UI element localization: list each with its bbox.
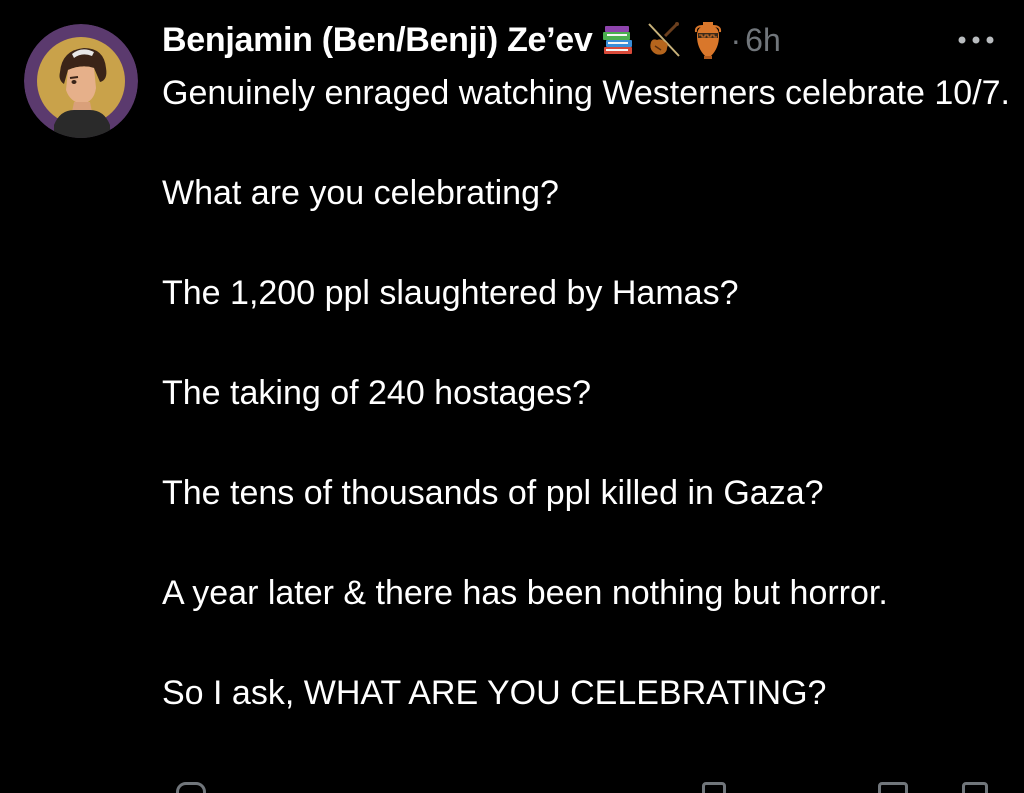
post-paragraph: Genuinely enraged watching Westerners ce… — [162, 74, 1010, 112]
views-icon[interactable] — [702, 782, 726, 793]
more-horizontal-icon — [958, 36, 994, 44]
author-display-name[interactable]: Benjamin (Ben/Benji) Ze’ev — [162, 21, 593, 60]
books-emoji-icon — [601, 23, 635, 57]
reply-icon[interactable] — [176, 782, 206, 793]
avatar-image — [24, 24, 138, 138]
post-card: Benjamin (Ben/Benji) Ze’ev · 6h Genuinel… — [0, 0, 1024, 793]
violin-emoji-icon — [643, 20, 683, 60]
post-paragraph: The 1,200 ppl slaughtered by Hamas? — [162, 274, 739, 312]
post-paragraph: So I ask, WHAT ARE YOU CELEBRATING? — [162, 674, 827, 712]
amphora-emoji-icon — [691, 20, 725, 60]
more-options-button[interactable] — [948, 22, 1004, 58]
post-paragraph: The taking of 240 hostages? — [162, 374, 592, 412]
bookmark-icon[interactable] — [878, 782, 908, 793]
avatar[interactable] — [24, 24, 138, 138]
post-body: Genuinely enraged watching Westerners ce… — [162, 68, 1012, 768]
action-bar — [162, 782, 1012, 793]
post-timestamp[interactable]: 6h — [745, 22, 781, 59]
share-icon[interactable] — [962, 782, 988, 793]
post-paragraph: The tens of thousands of ppl killed in G… — [162, 474, 824, 512]
post-paragraph: A year later & there has been nothing bu… — [162, 574, 888, 612]
post-paragraph: What are you celebrating? — [162, 174, 559, 212]
header-separator: · — [730, 21, 742, 58]
post-header: Benjamin (Ben/Benji) Ze’ev · 6h — [162, 16, 781, 64]
